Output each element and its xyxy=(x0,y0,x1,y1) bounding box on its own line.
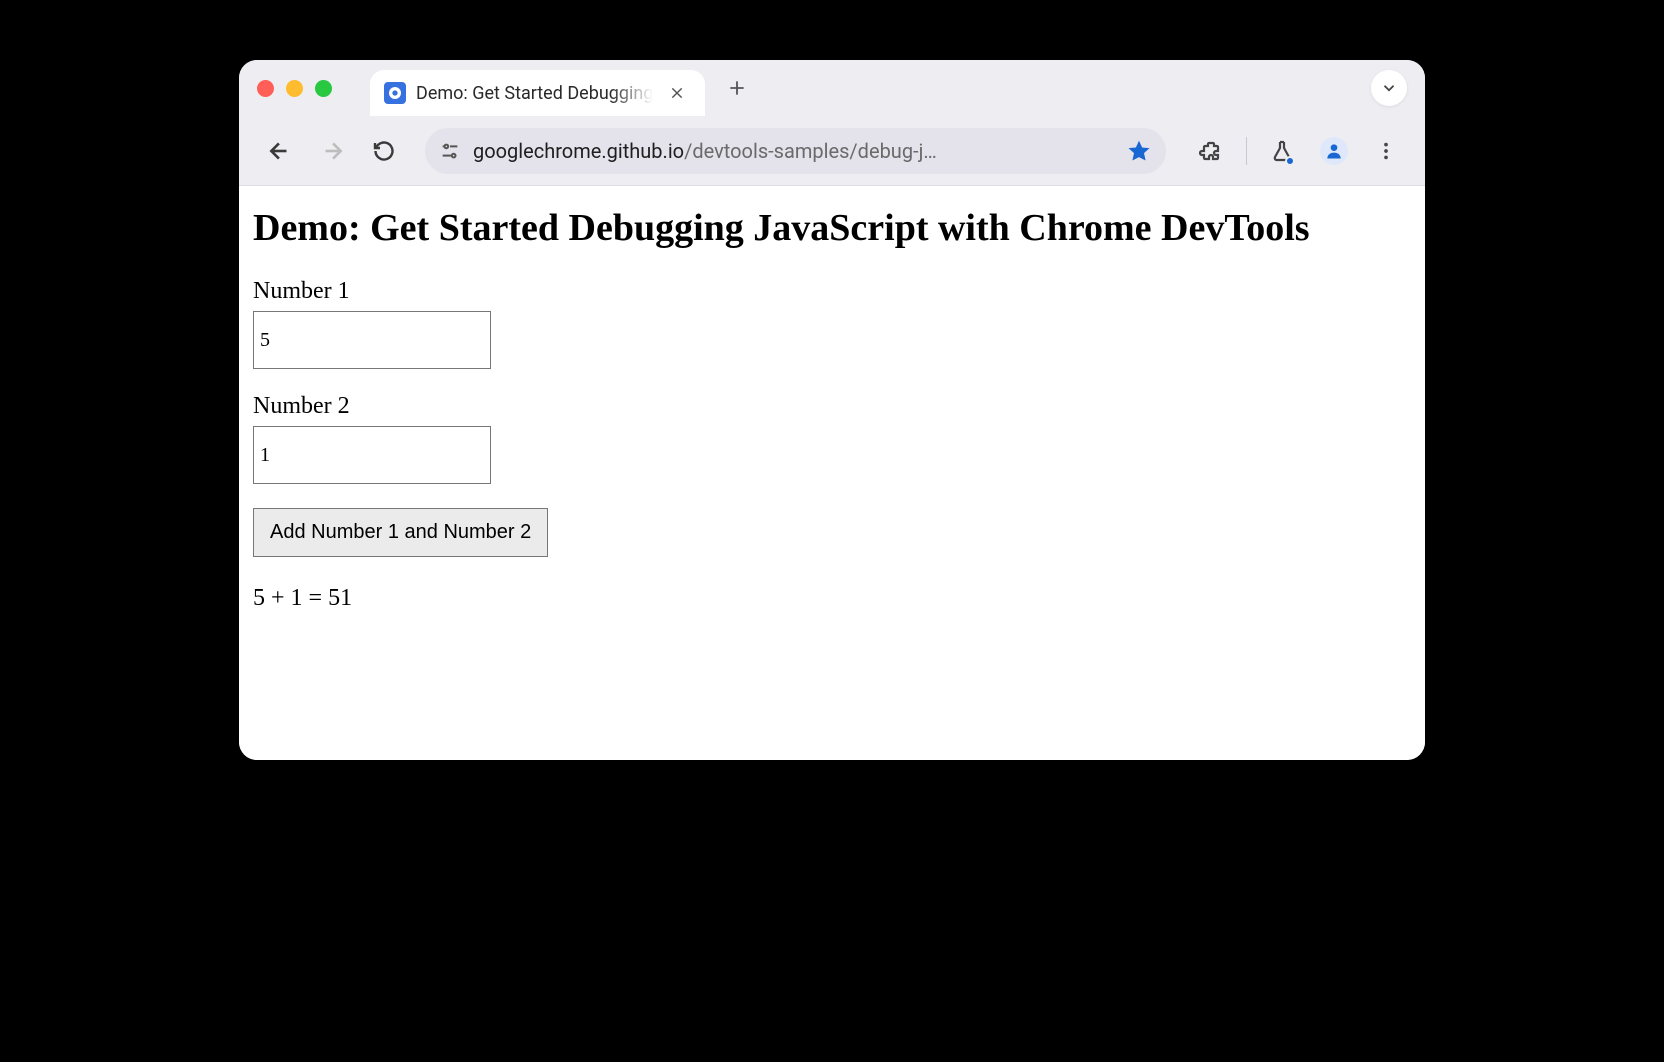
page-content: Demo: Get Started Debugging JavaScript w… xyxy=(239,186,1425,760)
fullscreen-window-button[interactable] xyxy=(315,80,332,97)
page-heading: Demo: Get Started Debugging JavaScript w… xyxy=(253,206,1411,250)
overflow-menu-icon[interactable] xyxy=(1365,130,1407,172)
number1-input[interactable] xyxy=(253,311,491,369)
labs-icon[interactable] xyxy=(1261,130,1303,172)
extensions-icon[interactable] xyxy=(1190,130,1232,172)
number1-label: Number 1 xyxy=(253,278,1411,305)
forward-button[interactable] xyxy=(309,128,355,174)
toolbar-separator xyxy=(1246,137,1247,165)
new-tab-button[interactable] xyxy=(717,72,757,104)
address-bar[interactable]: googlechrome.github.io/devtools-samples/… xyxy=(425,128,1166,174)
browser-tab[interactable]: Demo: Get Started Debugging xyxy=(370,70,705,116)
profile-avatar[interactable] xyxy=(1313,130,1355,172)
minimize-window-button[interactable] xyxy=(286,80,303,97)
all-tabs-button[interactable] xyxy=(1371,70,1407,106)
labs-notification-dot-icon xyxy=(1285,156,1295,166)
browser-window: Demo: Get Started Debugging googlech xyxy=(239,60,1425,760)
url-host: googlechrome.github.io xyxy=(473,139,684,163)
url-text: googlechrome.github.io/devtools-samples/… xyxy=(473,139,1110,163)
toolbar-right-actions xyxy=(1184,130,1407,172)
number2-label: Number 2 xyxy=(253,393,1411,420)
back-button[interactable] xyxy=(257,128,303,174)
reload-button[interactable] xyxy=(361,128,407,174)
bookmark-star-icon[interactable] xyxy=(1122,134,1156,168)
add-button[interactable]: Add Number 1 and Number 2 xyxy=(253,508,548,557)
tab-title: Demo: Get Started Debugging xyxy=(416,83,653,104)
browser-toolbar: googlechrome.github.io/devtools-samples/… xyxy=(239,116,1425,186)
traffic-lights xyxy=(257,80,332,97)
number2-input[interactable] xyxy=(253,426,491,484)
close-window-button[interactable] xyxy=(257,80,274,97)
close-tab-icon[interactable] xyxy=(663,81,691,105)
result-text: 5 + 1 = 51 xyxy=(253,585,1411,612)
chrome-favicon-icon xyxy=(384,82,406,104)
window-titlebar: Demo: Get Started Debugging xyxy=(239,60,1425,116)
site-settings-icon[interactable] xyxy=(439,140,461,162)
url-path: /devtools-samples/debug-j… xyxy=(684,139,937,163)
